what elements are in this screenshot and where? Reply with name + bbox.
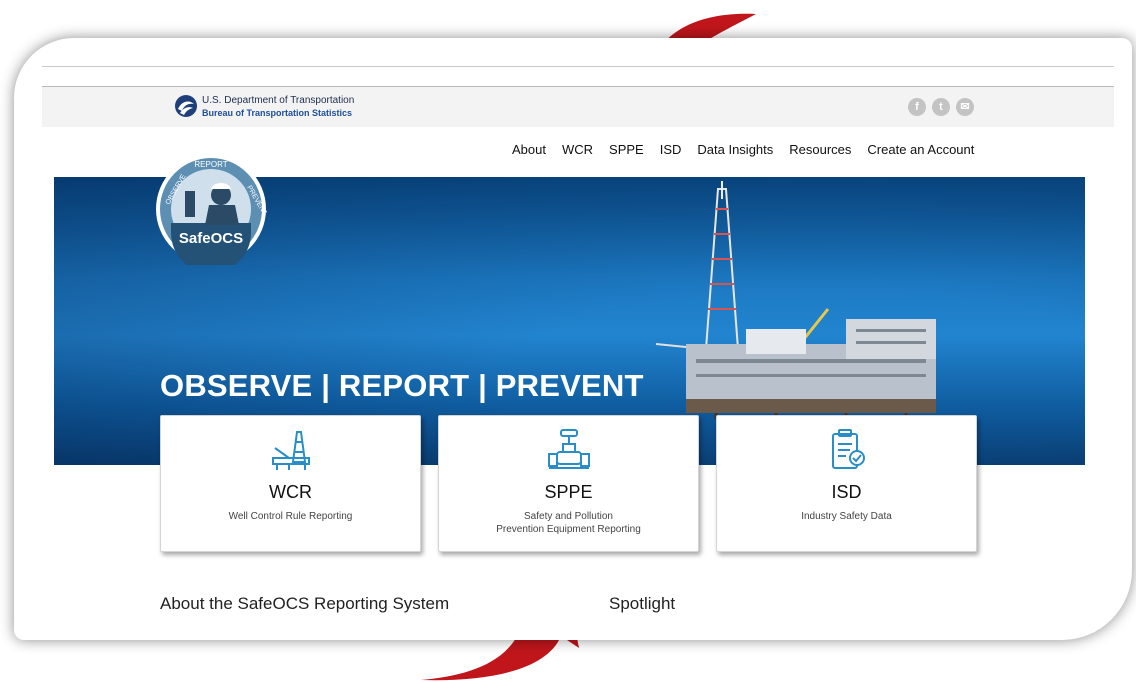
main-nav: About WCR SPPE ISD Data Insights Resourc… <box>512 142 974 157</box>
agency-name[interactable]: U.S. Department of Transportation <box>202 95 354 106</box>
safeocs-seal-logo[interactable]: REPORT OBSERVE PREVENT SafeOCS <box>155 153 267 265</box>
card-description: Industry Safety Data <box>801 511 892 522</box>
card-description: Well Control Rule Reporting <box>228 511 353 522</box>
card-title: WCR <box>269 482 312 502</box>
bureau-name[interactable]: Bureau of Transportation Statistics <box>202 108 352 118</box>
nav-create-account[interactable]: Create an Account <box>867 142 974 157</box>
oil-platform-image <box>655 181 936 419</box>
seal-name: SafeOCS <box>179 230 243 247</box>
nav-sppe[interactable]: SPPE <box>609 142 644 157</box>
hero-title: OBSERVE | REPORT | PREVENT <box>160 368 644 403</box>
oil-rig-icon <box>271 431 310 470</box>
sppe-card[interactable]: SPPE Safety and Pollution Prevention Equ… <box>438 415 699 552</box>
email-icon[interactable]: ✉ <box>956 98 974 116</box>
browser-page: U.S. Department of Transportation Bureau… <box>42 58 1114 618</box>
wcr-card[interactable]: WCR Well Control Rule Reporting <box>160 415 421 552</box>
card-title: ISD <box>831 482 862 502</box>
facebook-icon[interactable]: f <box>908 98 926 116</box>
dot-logo-icon[interactable] <box>174 94 198 118</box>
valve-icon <box>547 429 590 469</box>
isd-card[interactable]: ISD Industry Safety Data <box>716 415 977 552</box>
nav-resources[interactable]: Resources <box>789 142 851 157</box>
card-title: SPPE <box>544 482 593 502</box>
clipboard-check-icon <box>831 429 865 469</box>
spotlight-heading: Spotlight <box>609 594 676 613</box>
nav-isd[interactable]: ISD <box>660 142 682 157</box>
card-description: Safety and Pollution Prevention Equipmen… <box>496 511 641 535</box>
nav-wcr[interactable]: WCR <box>562 142 593 157</box>
nav-about[interactable]: About <box>512 142 546 157</box>
twitter-icon[interactable]: t <box>932 98 950 116</box>
nav-data-insights[interactable]: Data Insights <box>697 142 773 157</box>
about-section-heading: About the SafeOCS Reporting System <box>160 594 450 613</box>
seal-top-text: REPORT <box>194 160 227 169</box>
agency-header <box>42 87 1114 127</box>
divider <box>42 66 1114 67</box>
screenshot-frame: U.S. Department of Transportation Bureau… <box>14 38 1132 640</box>
